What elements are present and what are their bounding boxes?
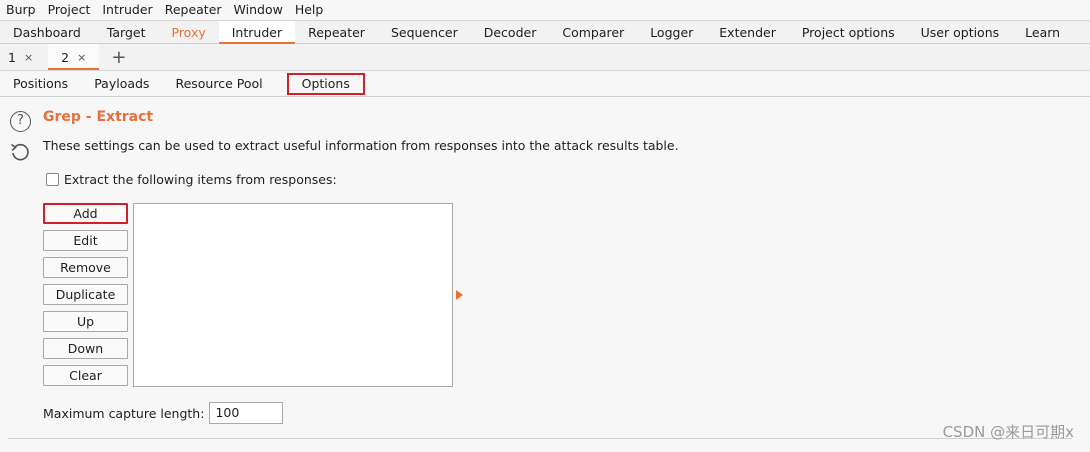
- add-button[interactable]: Add: [43, 203, 128, 224]
- attack-tab-bar: 1 × 2 × +: [0, 44, 1090, 71]
- remove-button[interactable]: Remove: [43, 257, 128, 278]
- tab-repeater[interactable]: Repeater: [295, 21, 378, 43]
- tab-resource-pool[interactable]: Resource Pool: [167, 73, 270, 95]
- tab-payloads[interactable]: Payloads: [86, 73, 157, 95]
- tab-extender[interactable]: Extender: [706, 21, 789, 43]
- tab-positions[interactable]: Positions: [5, 73, 76, 95]
- tab-target[interactable]: Target: [94, 21, 159, 43]
- max-capture-row: Maximum capture length: 100: [43, 402, 284, 424]
- divider: [8, 438, 1072, 439]
- tab-options[interactable]: Options: [286, 72, 365, 95]
- tab-user-options[interactable]: User options: [908, 21, 1013, 43]
- max-capture-input[interactable]: 100: [209, 402, 284, 424]
- tab-intruder[interactable]: Intruder: [218, 21, 296, 44]
- tab-comparer[interactable]: Comparer: [549, 21, 637, 43]
- attack-tab-2-label: 2: [61, 49, 70, 65]
- extract-checkbox[interactable]: [46, 173, 59, 186]
- expand-arrow-icon[interactable]: [456, 290, 463, 300]
- grep-extract-panel: ? Grep - Extract These settings can be u…: [0, 97, 1090, 452]
- watermark: CSDN @来日可期x: [942, 423, 1074, 441]
- attack-tab-1[interactable]: 1 ×: [0, 44, 41, 70]
- section-description: These settings can be used to extract us…: [43, 138, 679, 153]
- close-icon[interactable]: ×: [24, 51, 33, 64]
- menu-window[interactable]: Window: [228, 0, 289, 20]
- tab-proxy[interactable]: Proxy: [159, 21, 219, 43]
- tab-logger[interactable]: Logger: [637, 21, 706, 43]
- intruder-options-tabs: Positions Payloads Resource Pool Options: [0, 71, 1090, 97]
- add-tab-icon[interactable]: +: [99, 44, 138, 70]
- menu-project[interactable]: Project: [42, 0, 97, 20]
- extract-checkbox-row[interactable]: Extract the following items from respons…: [46, 172, 337, 187]
- down-button[interactable]: Down: [43, 338, 128, 359]
- section-title: Grep - Extract: [43, 109, 154, 125]
- up-button[interactable]: Up: [43, 311, 128, 332]
- edit-button[interactable]: Edit: [43, 230, 128, 251]
- tab-dashboard[interactable]: Dashboard: [0, 21, 94, 43]
- tab-project-options[interactable]: Project options: [789, 21, 908, 43]
- max-capture-label: Maximum capture length:: [43, 405, 205, 421]
- extract-items-list[interactable]: [133, 203, 453, 387]
- clear-button[interactable]: Clear: [43, 365, 128, 386]
- tab-sequencer[interactable]: Sequencer: [378, 21, 471, 43]
- menu-bar: Burp Project Intruder Repeater Window He…: [0, 0, 1090, 20]
- close-icon[interactable]: ×: [77, 51, 86, 64]
- duplicate-button[interactable]: Duplicate: [43, 284, 128, 305]
- tab-learn[interactable]: Learn: [1012, 21, 1073, 43]
- menu-help[interactable]: Help: [289, 0, 330, 20]
- attack-tab-2[interactable]: 2 ×: [48, 44, 100, 70]
- menu-burp[interactable]: Burp: [0, 0, 42, 20]
- help-icon[interactable]: ?: [10, 111, 31, 132]
- attack-tab-1-label: 1: [8, 49, 16, 65]
- menu-repeater[interactable]: Repeater: [159, 0, 228, 20]
- menu-intruder[interactable]: Intruder: [96, 0, 158, 20]
- reset-icon[interactable]: [9, 141, 31, 163]
- extract-checkbox-label: Extract the following items from respons…: [64, 172, 337, 187]
- main-tab-bar: Dashboard Target Proxy Intruder Repeater…: [0, 20, 1090, 44]
- tab-decoder[interactable]: Decoder: [471, 21, 550, 43]
